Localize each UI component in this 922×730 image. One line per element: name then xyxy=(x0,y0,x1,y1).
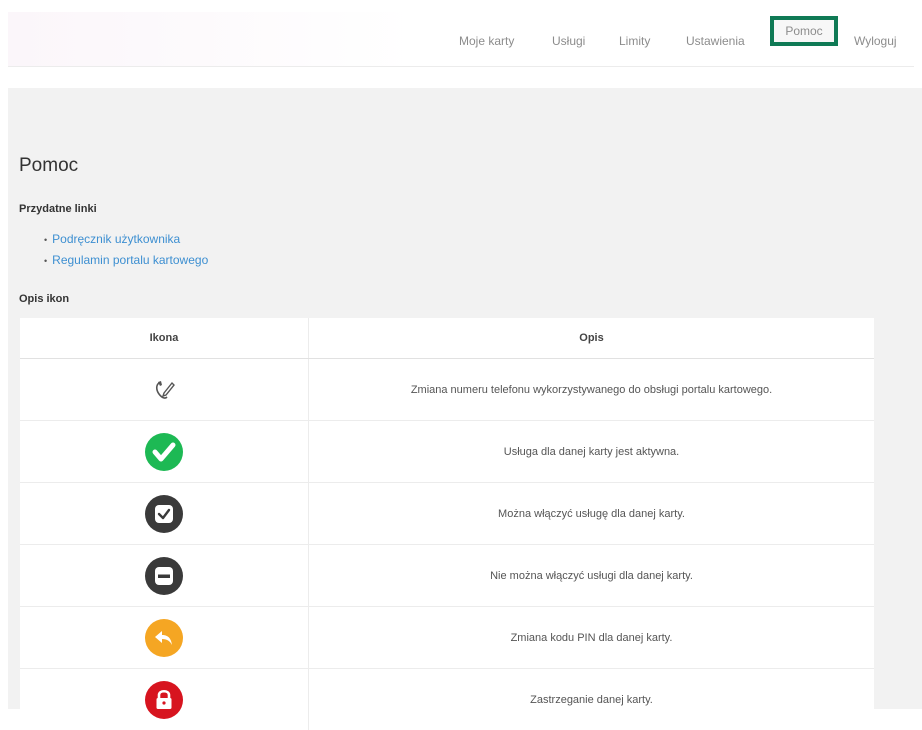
row-description: Zmiana numeru telefonu wykorzystywanego … xyxy=(309,359,875,421)
row-description: Można włączyć usługę dla danej karty. xyxy=(309,483,875,545)
enable-check-icon xyxy=(21,494,307,534)
link-item: Regulamin portalu kartowego xyxy=(44,250,208,271)
icon-cell xyxy=(20,421,309,483)
icon-column-header: Ikona xyxy=(20,318,309,359)
active-check-icon xyxy=(21,432,307,472)
link-item: Podręcznik użytkownika xyxy=(44,229,208,250)
nav-limity[interactable]: Limity xyxy=(619,34,650,48)
nav-ustawienia[interactable]: Ustawienia xyxy=(686,34,745,48)
row-description: Zastrzeganie danej karty. xyxy=(309,669,875,730)
table-header-row: Ikona Opis xyxy=(20,318,874,359)
table-row: Można włączyć usługę dla danej karty. xyxy=(20,483,874,545)
table-row: Zastrzeganie danej karty. xyxy=(20,669,874,730)
row-description: Nie można włączyć usługi dla danej karty… xyxy=(309,545,875,607)
page-title: Pomoc xyxy=(19,155,78,177)
table-row: Usługa dla danej karty jest aktywna. xyxy=(20,421,874,483)
icon-cell xyxy=(20,483,309,545)
nav-pomoc[interactable]: Pomoc xyxy=(770,16,838,46)
row-description: Zmiana kodu PIN dla danej karty. xyxy=(309,607,875,669)
main-content: Pomoc Przydatne linki Podręcznik użytkow… xyxy=(8,88,922,709)
useful-links-heading: Przydatne linki xyxy=(19,203,97,215)
nav-uslugi[interactable]: Usługi xyxy=(552,34,585,48)
phone-edit-icon xyxy=(21,377,307,403)
nav-moje-karty[interactable]: Moje karty xyxy=(459,34,514,48)
icon-cell xyxy=(20,359,309,421)
icon-cell xyxy=(20,669,309,730)
useful-links-list: Podręcznik użytkownika Regulamin portalu… xyxy=(44,229,208,271)
table-row: Nie można włączyć usługi dla danej karty… xyxy=(20,545,874,607)
row-description: Usługa dla danej karty jest aktywna. xyxy=(309,421,875,483)
table-row: Zmiana numeru telefonu wykorzystywanego … xyxy=(20,359,874,421)
top-navigation: Moje karty Usługi Limity Ustawienia Pomo… xyxy=(8,12,914,67)
icon-cell xyxy=(20,545,309,607)
user-manual-link[interactable]: Podręcznik użytkownika xyxy=(52,232,180,246)
description-column-header: Opis xyxy=(309,318,875,359)
pin-change-icon xyxy=(21,618,307,658)
icons-table: Ikona Opis Zmiana numeru telefonu wykorz… xyxy=(20,318,874,730)
table-row: Zmiana kodu PIN dla danej karty. xyxy=(20,607,874,669)
lock-card-icon xyxy=(21,680,307,720)
icon-cell xyxy=(20,607,309,669)
portal-terms-link[interactable]: Regulamin portalu kartowego xyxy=(52,253,208,267)
nav-wyloguj[interactable]: Wyloguj xyxy=(854,34,897,48)
icons-description-heading: Opis ikon xyxy=(19,293,69,305)
disabled-minus-icon xyxy=(21,556,307,596)
